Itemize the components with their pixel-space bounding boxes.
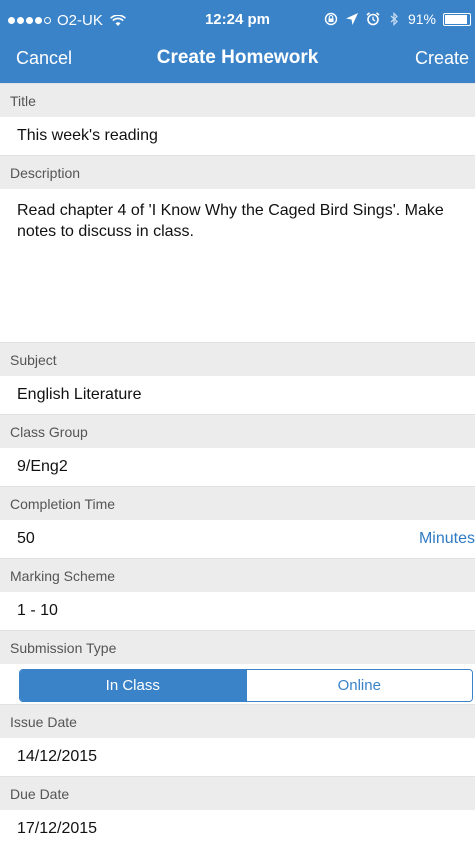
marking-scheme-field[interactable]: 1 - 10 (0, 592, 475, 630)
segment-in-class[interactable]: In Class (20, 670, 246, 701)
completion-time-field[interactable]: 50 Minutes (0, 520, 475, 558)
battery-percent: 91% (407, 11, 436, 27)
status-right: 91% (324, 11, 471, 27)
title-label: Title (0, 83, 475, 117)
due-date-field[interactable]: 17/12/2015 (0, 810, 475, 845)
nav-bar: Cancel Create Homework Create (0, 40, 475, 83)
marking-scheme-label: Marking Scheme (0, 558, 475, 592)
class-group-field[interactable]: 9/Eng2 (0, 448, 475, 486)
battery-level (445, 14, 467, 24)
completion-time-label: Completion Time (0, 486, 475, 520)
status-bar: O2-UK 12:24 pm 91% (0, 0, 475, 40)
submission-type-label: Submission Type (0, 630, 475, 664)
submission-segmented-control: In Class Online (19, 669, 473, 702)
page-title: Create Homework (156, 47, 319, 68)
completion-time-value: 50 (17, 530, 35, 547)
create-button[interactable]: Create (415, 48, 469, 69)
location-lock-icon (324, 12, 338, 26)
segment-online[interactable]: Online (245, 670, 472, 701)
issue-date-field[interactable]: 14/12/2015 (0, 738, 475, 776)
completion-time-unit: Minutes (418, 530, 475, 547)
description-label: Description (0, 155, 475, 189)
due-date-label: Due Date (0, 776, 475, 810)
header: O2-UK 12:24 pm 91% Cancel Create Homewor… (0, 0, 475, 83)
class-group-label: Class Group (0, 414, 475, 448)
subject-label: Subject (0, 342, 475, 376)
title-field[interactable]: This week's reading (0, 117, 475, 155)
alarm-icon (366, 12, 380, 26)
submission-type-control: In Class Online (0, 664, 475, 704)
homework-form: Title This week's reading Description Re… (0, 83, 475, 845)
bluetooth-icon (390, 12, 398, 26)
location-arrow-icon (345, 13, 358, 25)
issue-date-label: Issue Date (0, 704, 475, 738)
description-field[interactable]: Read chapter 4 of 'I Know Why the Caged … (0, 189, 475, 342)
subject-field[interactable]: English Literature (0, 376, 475, 414)
battery-icon (443, 12, 471, 26)
